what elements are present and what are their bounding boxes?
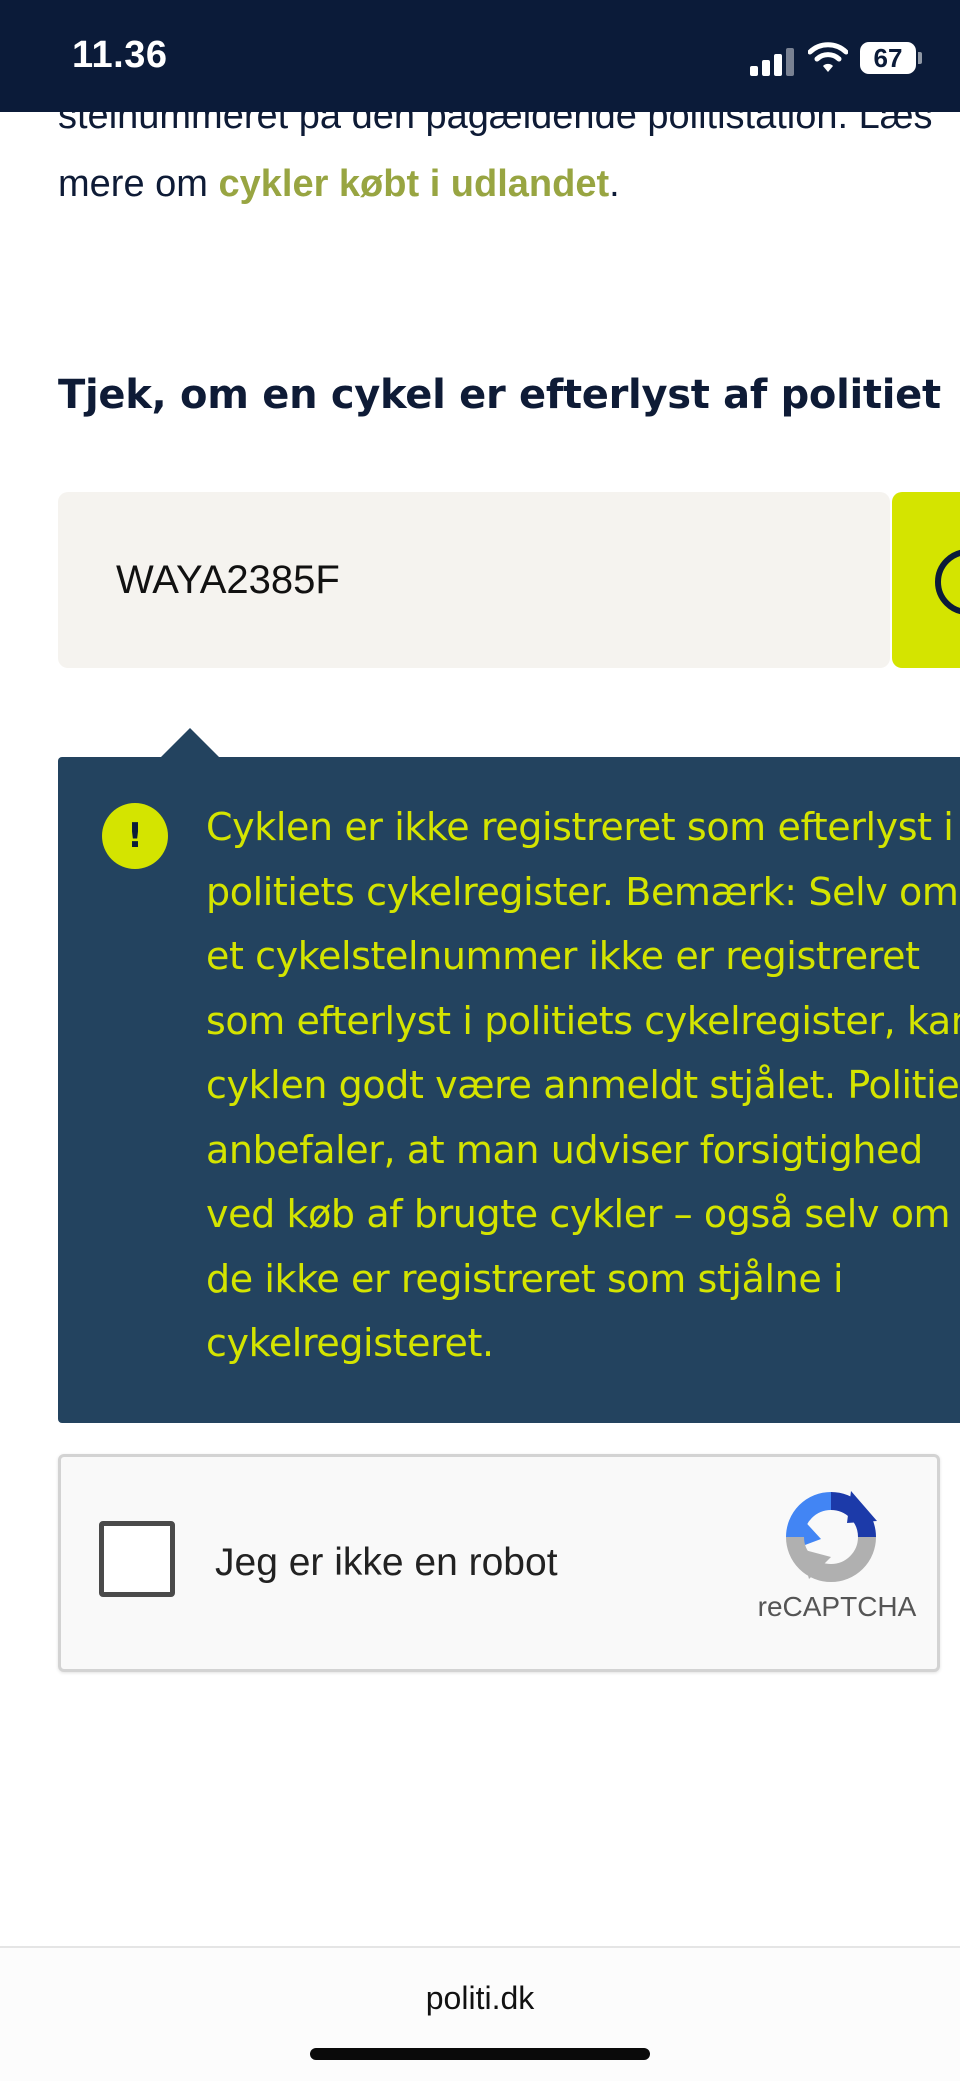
wifi-icon: [808, 42, 848, 72]
exclamation-icon: !: [102, 803, 168, 869]
status-time: 11.36: [72, 34, 168, 76]
search-icon: [935, 549, 960, 615]
result-message-box: ! Cyklen er ikke registreret som efterly…: [58, 757, 960, 1423]
frame-number-search-box: [58, 492, 890, 668]
recaptcha-label: Jeg er ikke en robot: [215, 1541, 558, 1584]
browser-address-bar[interactable]: politi.dk: [0, 1946, 960, 2081]
recaptcha-logo-icon: [786, 1491, 877, 1582]
article-line-2-suffix: .: [609, 163, 620, 205]
frame-number-input[interactable]: [116, 492, 856, 668]
recaptcha-brand: reCAPTCHA: [757, 1591, 917, 1622]
signal-icon: [750, 46, 796, 76]
result-pointer: [160, 728, 220, 758]
home-indicator[interactable]: [310, 2048, 650, 2060]
recaptcha-widget: Jeg er ikke en robot reCAPTCHA: [58, 1454, 940, 1672]
result-message: Cyklen er ikke registreret som efterlyst…: [206, 805, 960, 1365]
bike-check-heading: Tjek, om en cykel er efterlyst af politi…: [58, 372, 941, 418]
status-bar: 11.36 67: [0, 0, 960, 112]
recaptcha-checkbox[interactable]: [99, 1521, 175, 1597]
search-button[interactable]: [892, 492, 960, 668]
battery-tip: [918, 52, 922, 64]
foreign-bikes-link[interactable]: cykler købt i udlandet: [218, 163, 609, 205]
article-line-2-prefix: mere om: [58, 163, 219, 205]
address-url[interactable]: politi.dk: [0, 1980, 960, 2017]
article-line-2: mere om cykler købt i udlandet.: [58, 150, 960, 218]
battery-icon: 67: [860, 42, 916, 74]
